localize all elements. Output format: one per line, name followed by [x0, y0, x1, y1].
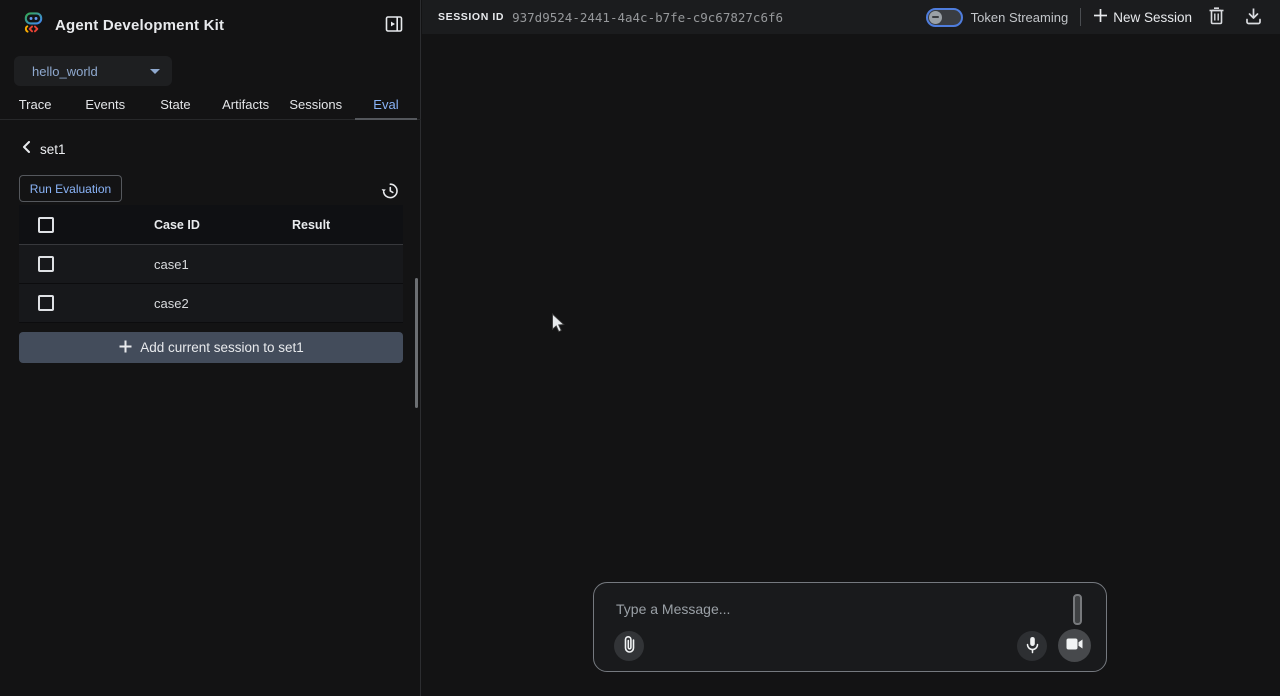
tab-sessions[interactable]: Sessions: [281, 89, 351, 119]
agent-select-value: hello_world: [32, 64, 150, 79]
microphone-icon: [1025, 636, 1040, 657]
new-session-button[interactable]: New Session: [1093, 8, 1192, 26]
tab-eval[interactable]: Eval: [351, 89, 421, 119]
panel-toggle-icon: [384, 14, 404, 37]
token-streaming-toggle[interactable]: [926, 8, 963, 27]
download-session-button[interactable]: [1241, 3, 1266, 32]
select-all-checkbox[interactable]: [38, 217, 54, 233]
eval-panel: set1 Run Evaluation: [0, 121, 421, 202]
videocam-icon: [1066, 638, 1083, 653]
row-checkbox[interactable]: [38, 295, 54, 311]
microphone-button[interactable]: [1017, 631, 1047, 661]
video-call-button[interactable]: [1058, 629, 1091, 662]
add-current-session-label: Add current session to set1: [140, 340, 304, 355]
adk-web-ui: Agent Development Kit hello_world Trace …: [0, 0, 1280, 696]
table-header-row: Case ID Result: [19, 205, 403, 245]
chat-scrollbar-thumb[interactable]: [1073, 594, 1082, 625]
session-id-value: 937d9524-2441-4a4c-b7fe-c9c67827c6f6: [512, 10, 783, 25]
token-streaming-label: Token Streaming: [971, 10, 1069, 25]
toggle-thumb: [929, 11, 942, 24]
tab-events[interactable]: Events: [70, 89, 140, 119]
agent-select[interactable]: hello_world: [14, 56, 172, 86]
plus-icon: [1093, 8, 1108, 26]
caret-down-icon: [150, 69, 160, 74]
topbar-actions: Token Streaming New Session: [926, 3, 1266, 32]
sidebar-scrollbar-thumb[interactable]: [415, 278, 418, 408]
sidebar-header: Agent Development Kit: [0, 0, 420, 50]
row-checkbox[interactable]: [38, 256, 54, 272]
adk-logo-icon: [22, 11, 45, 39]
add-current-session-button[interactable]: Add current session to set1: [19, 332, 403, 363]
download-icon: [1245, 7, 1262, 28]
chevron-left-icon: [21, 140, 31, 158]
eval-actions-row: Run Evaluation: [0, 175, 421, 202]
table-row[interactable]: case2: [19, 284, 403, 323]
eval-set-name: set1: [40, 142, 66, 157]
active-tab-indicator: [355, 118, 417, 120]
column-header-case-id: Case ID: [154, 218, 292, 232]
case-id-cell: case2: [154, 296, 292, 311]
new-session-label: New Session: [1113, 10, 1192, 25]
sidebar: Agent Development Kit hello_world Trace …: [0, 0, 421, 696]
column-header-result: Result: [292, 218, 403, 232]
plus-icon: [118, 339, 133, 357]
paperclip-icon: [622, 635, 637, 657]
table-row[interactable]: case1: [19, 245, 403, 284]
chat-input-container[interactable]: Type a Message...: [593, 582, 1107, 672]
eval-history-button[interactable]: [376, 177, 403, 207]
session-id-label: SESSION ID: [438, 11, 504, 23]
run-evaluation-button[interactable]: Run Evaluation: [19, 175, 122, 202]
eval-case-table: Case ID Result case1 case2: [19, 205, 403, 323]
topbar-divider: [1080, 8, 1081, 26]
collapse-panel-button[interactable]: [380, 10, 408, 41]
tab-state[interactable]: State: [140, 89, 210, 119]
tab-bar: Trace Events State Artifacts Sessions Ev…: [0, 89, 421, 120]
tab-trace[interactable]: Trace: [0, 89, 70, 119]
tab-artifacts[interactable]: Artifacts: [211, 89, 281, 119]
message-input[interactable]: Type a Message...: [616, 601, 730, 617]
attach-file-button[interactable]: [614, 631, 644, 661]
session-topbar: SESSION ID 937d9524-2441-4a4c-b7fe-c9c67…: [422, 0, 1280, 34]
app-title: Agent Development Kit: [55, 17, 224, 34]
history-icon: [380, 181, 399, 203]
trash-icon: [1208, 7, 1225, 28]
delete-session-button[interactable]: [1204, 3, 1229, 32]
eval-set-back[interactable]: set1: [21, 140, 421, 158]
case-id-cell: case1: [154, 257, 292, 272]
